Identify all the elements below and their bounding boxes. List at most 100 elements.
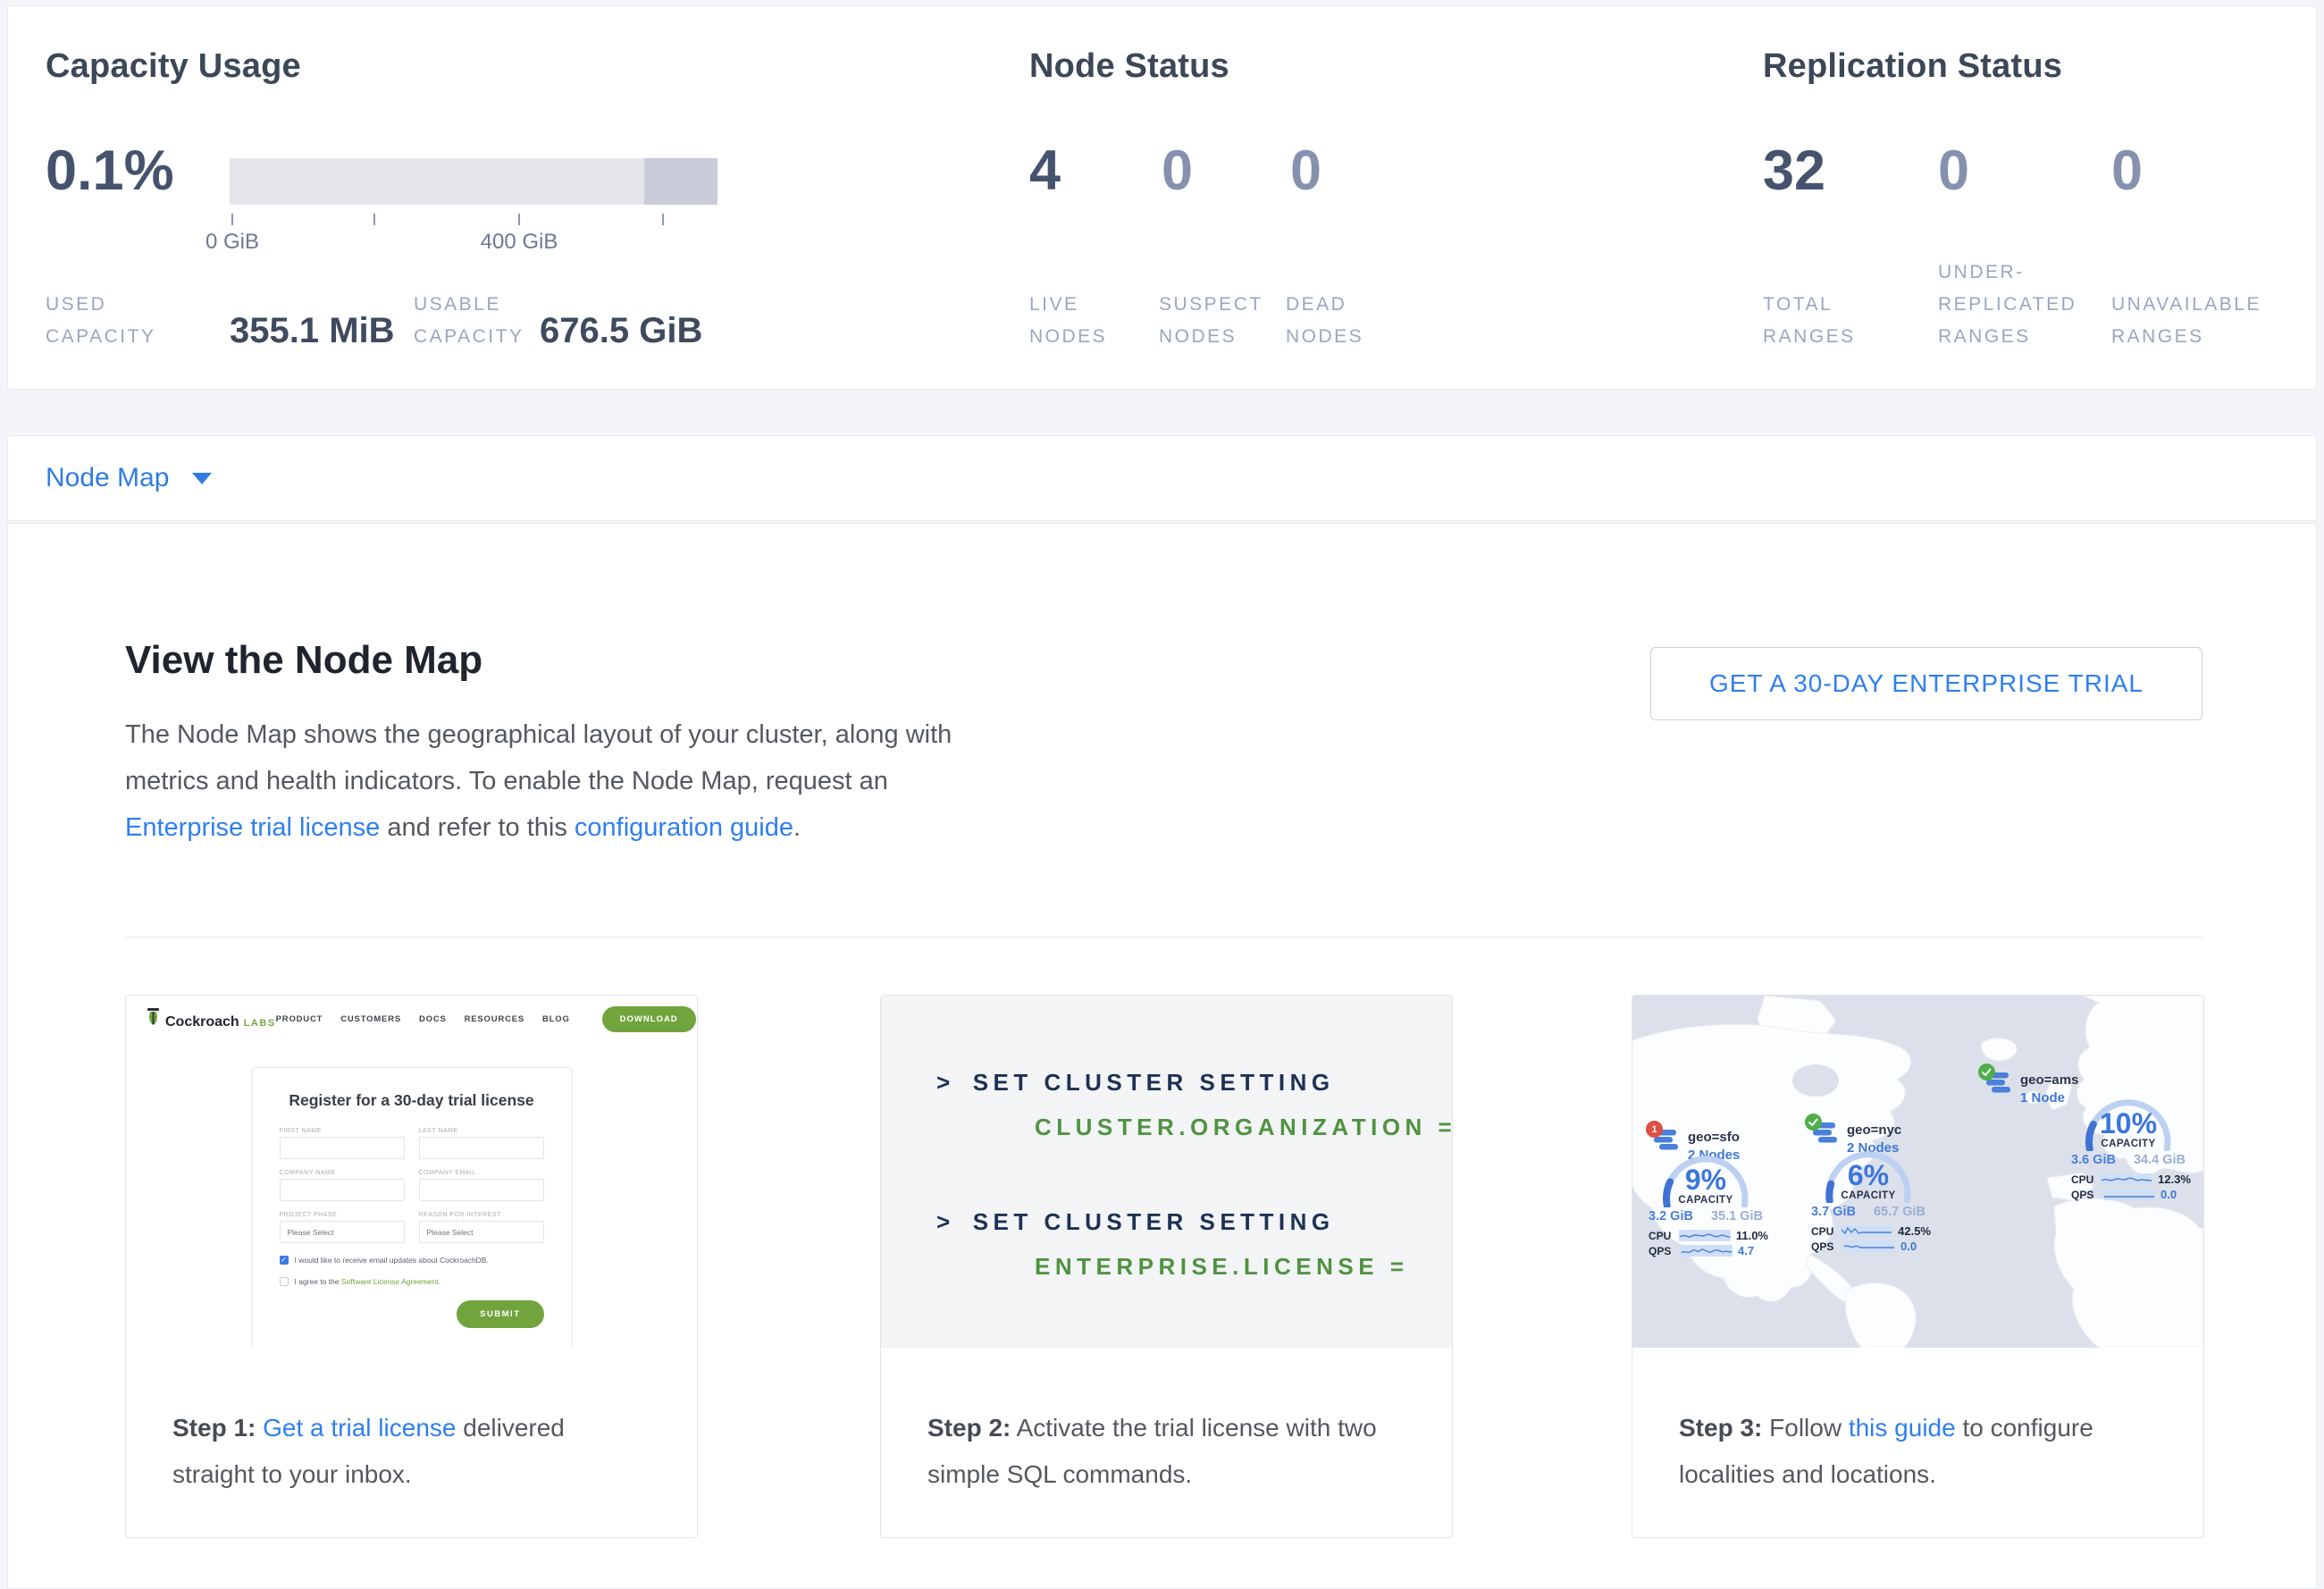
locality-node-count: 1 Node	[2020, 1090, 2078, 1106]
live-nodes-label: LIVE NODES	[1029, 289, 1145, 353]
mini-site-nav: PRODUCT CUSTOMERS DOCS RESOURCES BLOG DO…	[276, 1006, 696, 1032]
used-gib: 3.6 GiB	[2071, 1153, 2116, 1167]
license-agreement-checkbox-row: I agree to the Software License Agreemen…	[280, 1277, 544, 1286]
checkbox-label: I agree to the Software License Agreemen…	[295, 1277, 441, 1286]
capacity-used-percent: 0.1%	[46, 139, 174, 203]
intro-paragraph: The Node Map shows the geographical layo…	[125, 711, 983, 851]
suspect-nodes-count: 0	[1162, 139, 1193, 203]
replication-status-title: Replication Status	[1763, 47, 2062, 86]
axis-tick-label: 400 GiB	[448, 230, 591, 255]
logo-text: Cockroach	[165, 1014, 239, 1030]
capacity-gauge-sfo: 9% CAPACITY 3.2 GiB 35.1 GiB CPU 11.0% Q…	[1654, 1154, 1758, 1259]
live-nodes-count: 4	[1029, 139, 1061, 203]
step1-thumbnail: Cockroach LABS PRODUCT CUSTOMERS DOCS RE…	[126, 996, 697, 1348]
first-name-field	[280, 1137, 405, 1159]
node-map-promo-panel: View the Node Map The Node Map shows the…	[7, 523, 2317, 1589]
nav-item: CUSTOMERS	[340, 1014, 401, 1024]
used-gib: 3.2 GiB	[1649, 1209, 1693, 1223]
total-gib: 34.4 GiB	[2134, 1153, 2186, 1167]
last-name-field	[419, 1137, 544, 1159]
email-updates-checkbox-row: ✓ I would like to receive email updates …	[280, 1256, 544, 1265]
company-email-field	[419, 1179, 544, 1201]
capacity-label: CAPACITY	[1654, 1195, 1758, 1206]
mini-site-header: Cockroach LABS PRODUCT CUSTOMERS DOCS RE…	[126, 996, 697, 1042]
cpu-sparkline	[1841, 1225, 1892, 1237]
step3-card: 1 geo=sfo 2 Nodes 9% CAPACITY	[1632, 995, 2204, 1538]
qps-metric: QPS 4.7	[1649, 1244, 1768, 1257]
view-selector-bar: Node Map	[7, 435, 2317, 521]
under-replicated-ranges-count: 0	[1938, 139, 1969, 203]
form-title: Register for a 30-day trial license	[280, 1091, 544, 1110]
field-label: PROJECT PHASE	[280, 1212, 405, 1218]
cpu-metric: CPU 11.0%	[1649, 1229, 1768, 1242]
intro-text: The Node Map shows the geographical layo…	[125, 720, 952, 795]
sql-setting-line: ENTERPRISE.LICENSE =	[1035, 1253, 1408, 1281]
field-label: REASON FOR INTEREST	[419, 1212, 544, 1218]
cpu-metric: CPU 42.5%	[1811, 1224, 1931, 1238]
node-status-section: Node Status 4 0 0 LIVE NODES SUSPECT NOD…	[1029, 6, 1530, 389]
sql-setting-line: CLUSTER.ORGANIZATION =	[1035, 1114, 1452, 1141]
capacity-label: CAPACITY	[1816, 1190, 1920, 1201]
qps-metric: QPS 0.0	[2071, 1188, 2191, 1201]
cockroach-bug-icon	[146, 1008, 161, 1026]
step2-caption: Step 2: Activate the trial license with …	[881, 1348, 1452, 1498]
cpu-sparkline	[2101, 1173, 2152, 1185]
locality-name: geo=sfo	[1688, 1130, 1740, 1145]
cluster-summary-panel: Capacity Usage 0.1% 0 GiB 400 GiB USED C…	[7, 5, 2317, 390]
software-license-agreement-link: Software License Agreement.	[341, 1277, 440, 1286]
capacity-usage-title: Capacity Usage	[46, 47, 301, 86]
locality-name: geo=nyc	[1847, 1122, 1901, 1138]
locality-name: geo=ams	[2020, 1072, 2078, 1088]
usable-capacity-value: 676.5 GiB	[540, 311, 702, 351]
get-enterprise-trial-button[interactable]: GET A 30-DAY ENTERPRISE TRIAL	[1650, 647, 2202, 720]
cluster-overview-page: Capacity Usage 0.1% 0 GiB 400 GiB USED C…	[0, 0, 2324, 1589]
error-badge-icon: 1	[1646, 1121, 1663, 1138]
axis-tick	[231, 214, 233, 225]
step-number: Step 1:	[172, 1414, 256, 1442]
step1-card: Cockroach LABS PRODUCT CUSTOMERS DOCS RE…	[125, 995, 698, 1538]
axis-tick	[518, 214, 520, 225]
sql-command-line: >SET CLUSTER SETTING	[936, 1208, 1335, 1236]
field-label: LAST NAME	[419, 1128, 544, 1134]
cpu-value: 12.3%	[2158, 1173, 2191, 1186]
trial-registration-form: Register for a 30-day trial license FIRS…	[252, 1067, 572, 1348]
capacity-percent: 9%	[1654, 1165, 1758, 1194]
dead-nodes-label: DEAD NODES	[1286, 289, 1402, 353]
capacity-bar-used-segment	[644, 158, 717, 205]
get-trial-license-link[interactable]: Get a trial license	[263, 1414, 456, 1442]
unchecked-checkbox-icon	[280, 1277, 289, 1286]
node-map-preview: 1 geo=sfo 2 Nodes 9% CAPACITY	[1632, 996, 2203, 1348]
step3-caption: Step 3: Follow this guide to configure l…	[1632, 1348, 2203, 1498]
nav-item: RESOURCES	[465, 1014, 524, 1024]
checked-checkbox-icon: ✓	[280, 1256, 289, 1265]
download-button: DOWNLOAD	[602, 1006, 696, 1032]
step-number: Step 3:	[1679, 1414, 1762, 1442]
step2-card: >SET CLUSTER SETTING CLUSTER.ORGANIZATIO…	[880, 995, 1453, 1538]
field-label: FIRST NAME	[280, 1128, 405, 1134]
healthy-badge-icon	[1805, 1114, 1822, 1131]
nav-item: PRODUCT	[276, 1014, 323, 1024]
company-name-field	[280, 1179, 405, 1201]
enterprise-trial-license-link[interactable]: Enterprise trial license	[125, 813, 380, 842]
field-label: COMPANY EMAIL	[419, 1170, 544, 1176]
page-title: View the Node Map	[125, 638, 482, 683]
qps-value: 0.0	[2160, 1188, 2177, 1201]
capacity-percent: 10%	[2076, 1109, 2180, 1138]
total-gib: 65.7 GiB	[1874, 1205, 1925, 1219]
cpu-value: 11.0%	[1736, 1229, 1768, 1242]
used-capacity-label: USED CAPACITY	[46, 289, 197, 353]
cpu-sparkline	[1679, 1230, 1731, 1241]
suspect-nodes-label: SUSPECT NODES	[1159, 289, 1284, 353]
capacity-label: CAPACITY	[2076, 1139, 2180, 1149]
nav-item: BLOG	[542, 1014, 570, 1024]
cpu-value: 42.5%	[1898, 1224, 1931, 1238]
axis-tick	[662, 214, 664, 225]
configuration-guide-link[interactable]: configuration guide	[575, 813, 793, 842]
intro-text: .	[793, 813, 801, 842]
node-map-dropdown[interactable]: Node Map	[46, 436, 212, 520]
node-map-dropdown-label: Node Map	[46, 463, 169, 493]
this-guide-link[interactable]: this guide	[1849, 1414, 1956, 1442]
qps-sparkline	[1681, 1245, 1733, 1257]
capacity-gauge-ams: 10% CAPACITY 3.6 GiB 34.4 GiB CPU 12.3% …	[2076, 1097, 2180, 1203]
used-gib: 3.7 GiB	[1811, 1205, 1856, 1219]
